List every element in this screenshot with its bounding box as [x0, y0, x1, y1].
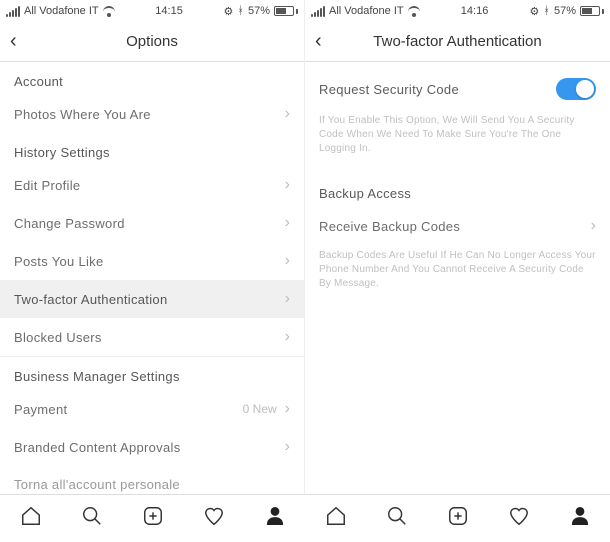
chevron-right-icon: › — [285, 215, 290, 231]
activity-tab[interactable] — [203, 505, 225, 532]
chevron-right-icon: › — [285, 329, 290, 345]
row-label: Blocked Users — [14, 330, 102, 345]
home-tab[interactable] — [325, 505, 347, 532]
row-label: Change Password — [14, 216, 125, 231]
chevron-right-icon: › — [285, 439, 290, 455]
battery-percent: 57% — [248, 5, 270, 17]
help-text-backup-codes: Backup Codes Are Useful If He Can No Lon… — [305, 245, 610, 305]
options-list: Account Photos Where You Are › History S… — [0, 62, 304, 494]
payments-meta: 0 New — [243, 402, 277, 416]
row-change-password[interactable]: Change Password › — [0, 204, 304, 242]
row-request-security-code: Request Security Code — [305, 62, 610, 110]
profile-tab[interactable] — [264, 505, 286, 532]
back-button[interactable]: ‹ — [315, 30, 322, 53]
help-text-security-code: If You Enable This Option, We Will Send … — [305, 110, 610, 170]
signal-icon — [311, 6, 325, 17]
home-tab[interactable] — [20, 505, 42, 532]
settings-icon — [223, 5, 233, 18]
clock-label: 14:15 — [155, 5, 183, 17]
chevron-right-icon: › — [285, 401, 290, 417]
section-history: History Settings — [0, 133, 304, 166]
phone-two-factor: All Vodafone IT 14:16 ᚼ 57% ‹ Two-factor… — [305, 0, 610, 494]
row-edit-profile[interactable]: Edit Profile › — [0, 166, 304, 204]
page-title: Two-factor Authentication — [373, 33, 541, 50]
signal-icon — [6, 6, 20, 17]
battery-icon — [274, 6, 298, 16]
phone-options: All Vodafone IT 14:15 ᚼ 57% ‹ Options Ac… — [0, 0, 305, 494]
activity-tab[interactable] — [508, 505, 530, 532]
two-factor-content: Request Security Code If You Enable This… — [305, 62, 610, 494]
row-label: Posts You Like — [14, 254, 104, 269]
nav-header: ‹ Options — [0, 22, 304, 62]
row-label: Request Security Code — [319, 82, 459, 97]
chevron-right-icon: › — [285, 291, 290, 307]
row-label: Edit Profile — [14, 178, 80, 193]
chevron-right-icon: › — [591, 218, 596, 234]
add-tab[interactable] — [447, 505, 469, 532]
row-back-personal[interactable]: Torna all'account personale — [0, 466, 304, 492]
row-branded-content[interactable]: Branded Content Approvals › — [0, 428, 304, 466]
battery-percent: 57% — [554, 5, 576, 17]
row-label: Two-factor Authentication — [14, 292, 167, 307]
wifi-icon — [103, 6, 115, 16]
wifi-icon — [408, 6, 420, 16]
row-two-factor-auth[interactable]: Two-factor Authentication › — [0, 280, 304, 318]
section-backup-access: Backup Access — [305, 170, 610, 207]
section-business: Business Manager Settings — [0, 357, 304, 390]
row-blocked-users[interactable]: Blocked Users › — [0, 318, 304, 356]
row-label: Photos Where You Are — [14, 107, 151, 122]
search-tab[interactable] — [81, 505, 103, 532]
bluetooth-icon: ᚼ — [237, 5, 244, 17]
search-tab[interactable] — [386, 505, 408, 532]
row-label: Receive Backup Codes — [319, 219, 460, 234]
back-button[interactable]: ‹ — [10, 30, 17, 53]
row-label: Payment — [14, 402, 67, 417]
carrier-label: All Vodafone IT — [24, 5, 99, 17]
row-photos-of-you[interactable]: Photos Where You Are › — [0, 95, 304, 133]
chevron-right-icon: › — [285, 177, 290, 193]
status-bar: All Vodafone IT 14:15 ᚼ 57% — [0, 0, 304, 22]
chevron-right-icon: › — [285, 253, 290, 269]
bluetooth-icon: ᚼ — [543, 5, 550, 17]
tab-bar — [0, 494, 610, 542]
row-label: Branded Content Approvals — [14, 440, 181, 455]
profile-tab[interactable] — [569, 505, 591, 532]
settings-icon — [529, 5, 539, 18]
add-tab[interactable] — [142, 505, 164, 532]
row-posts-you-like[interactable]: Posts You Like › — [0, 242, 304, 280]
page-title: Options — [126, 33, 178, 50]
nav-header: ‹ Two-factor Authentication — [305, 22, 610, 62]
chevron-right-icon: › — [285, 106, 290, 122]
carrier-label: All Vodafone IT — [329, 5, 404, 17]
status-bar: All Vodafone IT 14:16 ᚼ 57% — [305, 0, 610, 22]
row-label: Torna all'account personale — [14, 477, 180, 492]
row-payments[interactable]: Payment 0 New › — [0, 390, 304, 428]
battery-icon — [580, 6, 604, 16]
clock-label: 14:16 — [461, 5, 489, 17]
row-receive-backup-codes[interactable]: Receive Backup Codes › — [305, 207, 610, 245]
section-account: Account — [0, 62, 304, 95]
security-code-toggle[interactable] — [556, 78, 596, 100]
